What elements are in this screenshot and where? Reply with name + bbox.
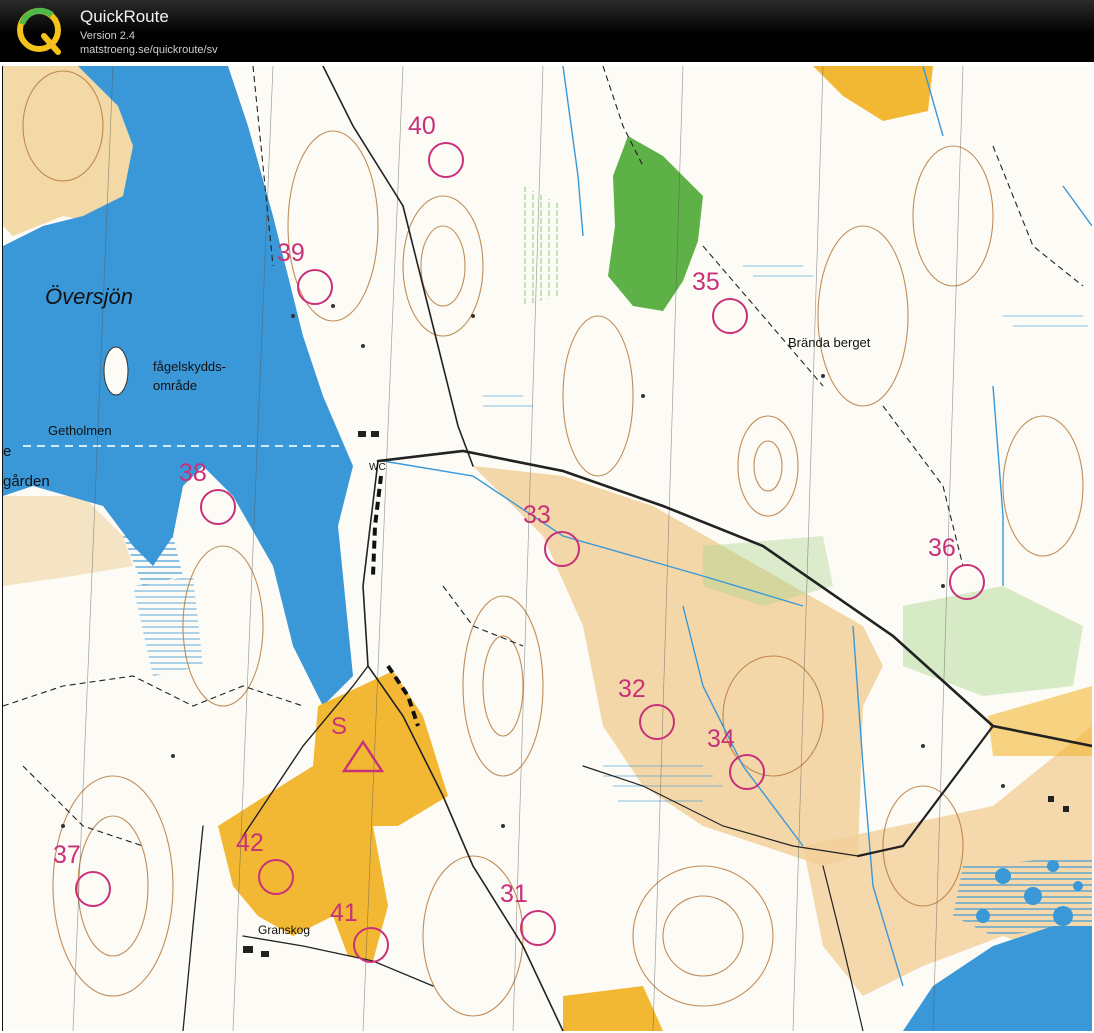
label-bird-area-1: fågelskydds- xyxy=(153,359,226,374)
orienteering-map[interactable]: Översjön fågelskydds- område Getholmen e… xyxy=(2,66,1092,1031)
start-label: S xyxy=(331,713,347,740)
label-farm: gården xyxy=(3,473,50,490)
app-version: Version 2.4 xyxy=(80,30,136,42)
label-bird-area-2: område xyxy=(153,378,197,393)
label-hill: Brända berget xyxy=(788,335,871,350)
label-edge-letter: e xyxy=(3,443,11,460)
control-31-label: 31 xyxy=(500,880,528,908)
control-32-label: 32 xyxy=(618,675,646,703)
app-title: QuickRoute xyxy=(80,7,169,26)
control-39-label: 39 xyxy=(277,239,305,267)
label-village: Granskog xyxy=(258,923,310,937)
green-vegetation xyxy=(523,186,563,306)
control-40-label: 40 xyxy=(408,112,436,140)
title-bar: QuickRoute Version 2.4 matstroeng.se/qui… xyxy=(0,0,1094,62)
control-37-label: 37 xyxy=(53,841,81,869)
control-42-label: 42 xyxy=(236,829,264,857)
quickroute-logo-icon xyxy=(17,7,61,55)
label-lake: Översjön xyxy=(45,284,133,309)
label-toilet: WC xyxy=(369,462,386,473)
control-41-label: 41 xyxy=(330,899,358,927)
app-url[interactable]: matstroeng.se/quickroute/sv xyxy=(80,44,218,56)
control-34-label: 34 xyxy=(707,725,735,753)
small-island xyxy=(103,346,129,396)
label-island: Getholmen xyxy=(48,423,112,438)
marsh-southeast xyxy=(953,856,1092,936)
control-35-label: 35 xyxy=(692,268,720,296)
control-36-label: 36 xyxy=(928,534,956,562)
control-33-label: 33 xyxy=(523,501,551,529)
control-38-label: 38 xyxy=(179,459,207,487)
